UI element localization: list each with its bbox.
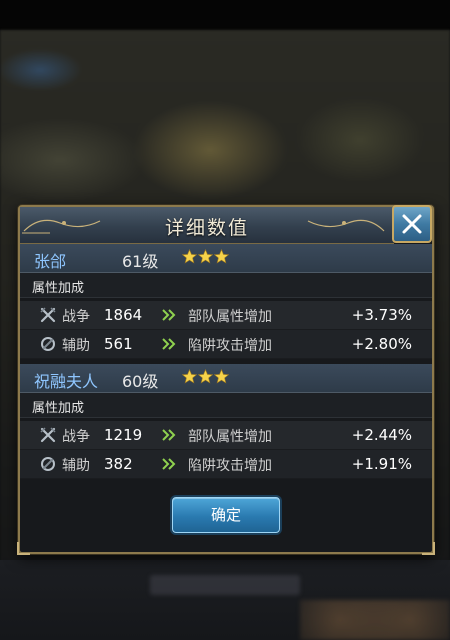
- hero-star-rating: [182, 369, 230, 387]
- stat-value: 561: [104, 335, 133, 353]
- stat-type: 辅助: [62, 458, 90, 474]
- detail-values-dialog: 详细数值 张郃 61级 属性加成 战争 1864 部队属性增加 +3.73% 辅…: [17, 205, 435, 555]
- double-arrow-icon: [162, 429, 176, 441]
- stat-row-war: 战争 1219 部队属性增加 +2.44%: [20, 421, 432, 450]
- stat-type: 辅助: [62, 338, 90, 354]
- stat-value: 1864: [104, 306, 143, 324]
- hero-header-2: 祝融夫人 60级: [20, 364, 432, 393]
- crossed-swords-icon: [40, 307, 56, 323]
- section-label: 属性加成: [20, 393, 432, 418]
- stat-bonus: +3.73%: [351, 306, 412, 324]
- star-icon: [182, 249, 197, 264]
- stat-row-war: 战争 1864 部队属性增加 +3.73%: [20, 301, 432, 330]
- stat-description: 部队属性增加: [188, 429, 272, 445]
- stat-value: 382: [104, 455, 133, 473]
- close-icon: [402, 214, 422, 234]
- top-bar-background: [0, 0, 450, 30]
- corner-ornament-icon: [17, 542, 30, 555]
- section-label: 属性加成: [20, 273, 432, 298]
- star-icon: [198, 369, 213, 384]
- section-label-text: 属性加成: [32, 401, 85, 416]
- support-icon: [41, 337, 55, 351]
- stat-bonus: +2.44%: [351, 426, 412, 444]
- section-label-text: 属性加成: [32, 281, 85, 296]
- game-screen: 详细数值 张郃 61级 属性加成 战争 1864 部队属性增加 +3.73% 辅…: [0, 0, 450, 640]
- double-arrow-icon: [162, 338, 176, 350]
- bottom-hint-blur: [150, 575, 300, 595]
- dialog-titlebar: 详细数值: [20, 207, 394, 244]
- stat-row-support: 辅助 561 陷阱攻击增加 +2.80%: [20, 330, 432, 359]
- star-icon: [198, 249, 213, 264]
- stat-bonus: +2.80%: [351, 335, 412, 353]
- hero-name: 张郃: [34, 252, 67, 271]
- corner-ornament-icon: [422, 542, 435, 555]
- hero-header-1: 张郃 61级: [20, 244, 432, 273]
- double-arrow-icon: [162, 458, 176, 470]
- star-icon: [214, 369, 229, 384]
- star-icon: [182, 369, 197, 384]
- stat-value: 1219: [104, 426, 143, 444]
- stat-type: 战争: [62, 429, 90, 445]
- stat-description: 部队属性增加: [188, 309, 272, 325]
- support-icon: [41, 457, 55, 471]
- hero-name: 祝融夫人: [34, 372, 99, 391]
- confirm-button[interactable]: 确定: [172, 497, 280, 533]
- crossed-swords-icon: [40, 427, 56, 443]
- stat-type: 战争: [62, 309, 90, 325]
- hero-level: 61级: [122, 252, 159, 271]
- title-ornament-right: [268, 213, 388, 235]
- hero-star-rating: [182, 249, 230, 267]
- close-button[interactable]: [392, 205, 432, 243]
- stat-description: 陷阱攻击增加: [188, 338, 272, 354]
- stat-bonus: +1.91%: [351, 455, 412, 473]
- double-arrow-icon: [162, 309, 176, 321]
- bottom-icons-blur: [300, 600, 450, 640]
- star-icon: [214, 249, 229, 264]
- stat-row-support: 辅助 382 陷阱攻击增加 +1.91%: [20, 450, 432, 479]
- hero-level: 60级: [122, 372, 159, 391]
- stat-description: 陷阱攻击增加: [188, 458, 272, 474]
